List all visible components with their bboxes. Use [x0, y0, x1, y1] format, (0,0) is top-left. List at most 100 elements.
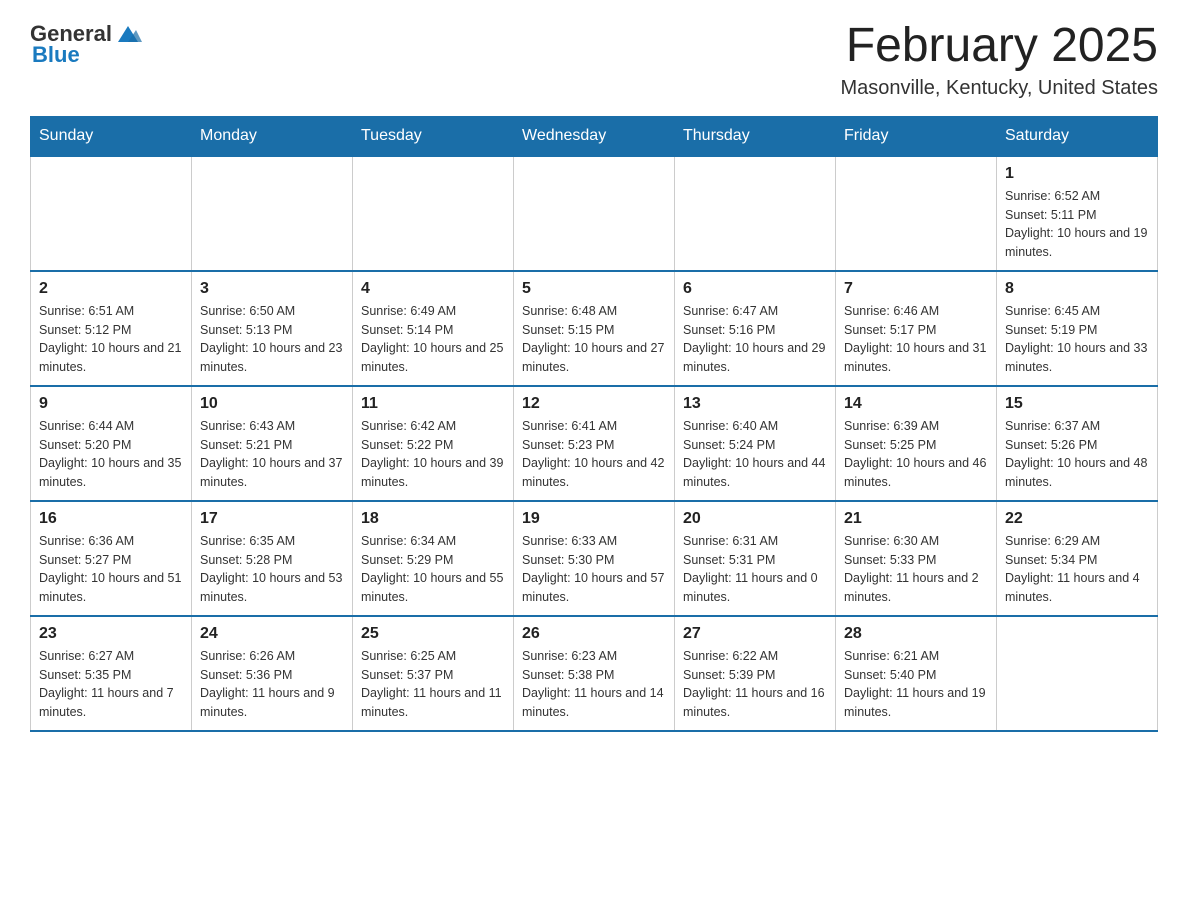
day-number: 19	[522, 510, 666, 528]
day-number: 14	[844, 395, 988, 413]
calendar-cell: 21 Sunrise: 6:30 AM Sunset: 5:33 PM Dayli…	[836, 501, 997, 616]
day-number: 23	[39, 625, 183, 643]
calendar-cell: 25 Sunrise: 6:25 AM Sunset: 5:37 PM Dayli…	[353, 616, 514, 731]
day-number: 18	[361, 510, 505, 528]
header-sunday: Sunday	[31, 116, 192, 156]
calendar-week-row: 1Sunrise: 6:52 AM Sunset: 5:11 PM Daylig…	[31, 156, 1158, 271]
day-info: Sunrise: 6:27 AM Sunset: 5:35 PM Dayligh…	[39, 647, 183, 722]
calendar-table: Sunday Monday Tuesday Wednesday Thursday…	[30, 116, 1158, 732]
day-number: 20	[683, 510, 827, 528]
day-number: 8	[1005, 280, 1149, 298]
day-info: Sunrise: 6:44 AM Sunset: 5:20 PM Dayligh…	[39, 417, 183, 492]
day-info: Sunrise: 6:25 AM Sunset: 5:37 PM Dayligh…	[361, 647, 505, 722]
calendar-cell: 18 Sunrise: 6:34 AM Sunset: 5:29 PM Dayli…	[353, 501, 514, 616]
day-number: 4	[361, 280, 505, 298]
day-number: 26	[522, 625, 666, 643]
day-number: 5	[522, 280, 666, 298]
calendar-cell	[353, 156, 514, 271]
day-info: Sunrise: 6:41 AM Sunset: 5:23 PM Dayligh…	[522, 417, 666, 492]
header-monday: Monday	[192, 116, 353, 156]
day-number: 12	[522, 395, 666, 413]
logo-icon	[114, 20, 142, 48]
calendar-cell	[192, 156, 353, 271]
calendar-cell: 11Sunrise: 6:42 AM Sunset: 5:22 PM Dayli…	[353, 386, 514, 501]
day-info: Sunrise: 6:35 AM Sunset: 5:28 PM Dayligh…	[200, 532, 344, 607]
header-wednesday: Wednesday	[514, 116, 675, 156]
day-info: Sunrise: 6:29 AM Sunset: 5:34 PM Dayligh…	[1005, 532, 1149, 607]
calendar-cell: 14 Sunrise: 6:39 AM Sunset: 5:25 PM Dayli…	[836, 386, 997, 501]
day-info: Sunrise: 6:40 AM Sunset: 5:24 PM Dayligh…	[683, 417, 827, 492]
title-block: February 2025 Masonville, Kentucky, Unit…	[840, 20, 1158, 100]
calendar-cell: 4 Sunrise: 6:49 AM Sunset: 5:14 PM Daylig…	[353, 271, 514, 386]
logo-blue-text: Blue	[32, 42, 80, 68]
day-number: 10	[200, 395, 344, 413]
header-thursday: Thursday	[675, 116, 836, 156]
day-number: 24	[200, 625, 344, 643]
weekday-header-row: Sunday Monday Tuesday Wednesday Thursday…	[31, 116, 1158, 156]
day-info: Sunrise: 6:26 AM Sunset: 5:36 PM Dayligh…	[200, 647, 344, 722]
day-info: Sunrise: 6:43 AM Sunset: 5:21 PM Dayligh…	[200, 417, 344, 492]
day-number: 17	[200, 510, 344, 528]
page-header: General Blue February 2025 Masonville, K…	[30, 20, 1158, 100]
calendar-cell: 15 Sunrise: 6:37 AM Sunset: 5:26 PM Dayli…	[997, 386, 1158, 501]
location-label: Masonville, Kentucky, United States	[840, 77, 1158, 100]
day-info: Sunrise: 6:37 AM Sunset: 5:26 PM Dayligh…	[1005, 417, 1149, 492]
day-info: Sunrise: 6:36 AM Sunset: 5:27 PM Dayligh…	[39, 532, 183, 607]
calendar-cell	[836, 156, 997, 271]
day-info: Sunrise: 6:23 AM Sunset: 5:38 PM Dayligh…	[522, 647, 666, 722]
calendar-cell: 10 Sunrise: 6:43 AM Sunset: 5:21 PM Dayli…	[192, 386, 353, 501]
calendar-cell: 3Sunrise: 6:50 AM Sunset: 5:13 PM Daylig…	[192, 271, 353, 386]
day-number: 21	[844, 510, 988, 528]
calendar-cell: 19 Sunrise: 6:33 AM Sunset: 5:30 PM Dayli…	[514, 501, 675, 616]
day-number: 25	[361, 625, 505, 643]
calendar-cell: 5 Sunrise: 6:48 AM Sunset: 5:15 PM Daylig…	[514, 271, 675, 386]
day-info: Sunrise: 6:21 AM Sunset: 5:40 PM Dayligh…	[844, 647, 988, 722]
calendar-cell	[31, 156, 192, 271]
day-info: Sunrise: 6:49 AM Sunset: 5:14 PM Dayligh…	[361, 302, 505, 377]
calendar-cell: 13 Sunrise: 6:40 AM Sunset: 5:24 PM Dayli…	[675, 386, 836, 501]
calendar-cell: 28Sunrise: 6:21 AM Sunset: 5:40 PM Dayli…	[836, 616, 997, 731]
calendar-cell: 8 Sunrise: 6:45 AM Sunset: 5:19 PM Daylig…	[997, 271, 1158, 386]
day-info: Sunrise: 6:31 AM Sunset: 5:31 PM Dayligh…	[683, 532, 827, 607]
day-number: 11	[361, 395, 505, 413]
calendar-cell: 24 Sunrise: 6:26 AM Sunset: 5:36 PM Dayli…	[192, 616, 353, 731]
calendar-cell: 27 Sunrise: 6:22 AM Sunset: 5:39 PM Dayli…	[675, 616, 836, 731]
day-number: 13	[683, 395, 827, 413]
day-info: Sunrise: 6:34 AM Sunset: 5:29 PM Dayligh…	[361, 532, 505, 607]
calendar-cell	[675, 156, 836, 271]
calendar-cell: 7 Sunrise: 6:46 AM Sunset: 5:17 PM Daylig…	[836, 271, 997, 386]
day-number: 1	[1005, 165, 1149, 183]
day-number: 2	[39, 280, 183, 298]
day-number: 16	[39, 510, 183, 528]
day-info: Sunrise: 6:22 AM Sunset: 5:39 PM Dayligh…	[683, 647, 827, 722]
header-tuesday: Tuesday	[353, 116, 514, 156]
calendar-cell: 6Sunrise: 6:47 AM Sunset: 5:16 PM Daylig…	[675, 271, 836, 386]
day-number: 27	[683, 625, 827, 643]
day-info: Sunrise: 6:33 AM Sunset: 5:30 PM Dayligh…	[522, 532, 666, 607]
calendar-week-row: 23 Sunrise: 6:27 AM Sunset: 5:35 PM Dayli…	[31, 616, 1158, 731]
day-number: 15	[1005, 395, 1149, 413]
calendar-cell	[997, 616, 1158, 731]
day-number: 22	[1005, 510, 1149, 528]
day-info: Sunrise: 6:45 AM Sunset: 5:19 PM Dayligh…	[1005, 302, 1149, 377]
day-number: 7	[844, 280, 988, 298]
day-info: Sunrise: 6:46 AM Sunset: 5:17 PM Dayligh…	[844, 302, 988, 377]
header-friday: Friday	[836, 116, 997, 156]
month-title: February 2025	[840, 20, 1158, 73]
calendar-cell: 9Sunrise: 6:44 AM Sunset: 5:20 PM Daylig…	[31, 386, 192, 501]
day-number: 3	[200, 280, 344, 298]
day-info: Sunrise: 6:30 AM Sunset: 5:33 PM Dayligh…	[844, 532, 988, 607]
calendar-cell: 17 Sunrise: 6:35 AM Sunset: 5:28 PM Dayli…	[192, 501, 353, 616]
calendar-cell: 26 Sunrise: 6:23 AM Sunset: 5:38 PM Dayli…	[514, 616, 675, 731]
calendar-cell: 20 Sunrise: 6:31 AM Sunset: 5:31 PM Dayli…	[675, 501, 836, 616]
day-info: Sunrise: 6:39 AM Sunset: 5:25 PM Dayligh…	[844, 417, 988, 492]
calendar-week-row: 2 Sunrise: 6:51 AM Sunset: 5:12 PM Daylig…	[31, 271, 1158, 386]
header-saturday: Saturday	[997, 116, 1158, 156]
calendar-cell: 12 Sunrise: 6:41 AM Sunset: 5:23 PM Dayli…	[514, 386, 675, 501]
calendar-cell: 1Sunrise: 6:52 AM Sunset: 5:11 PM Daylig…	[997, 156, 1158, 271]
day-info: Sunrise: 6:51 AM Sunset: 5:12 PM Dayligh…	[39, 302, 183, 377]
day-info: Sunrise: 6:48 AM Sunset: 5:15 PM Dayligh…	[522, 302, 666, 377]
calendar-week-row: 16 Sunrise: 6:36 AM Sunset: 5:27 PM Dayli…	[31, 501, 1158, 616]
logo: General Blue	[30, 20, 142, 68]
calendar-cell	[514, 156, 675, 271]
